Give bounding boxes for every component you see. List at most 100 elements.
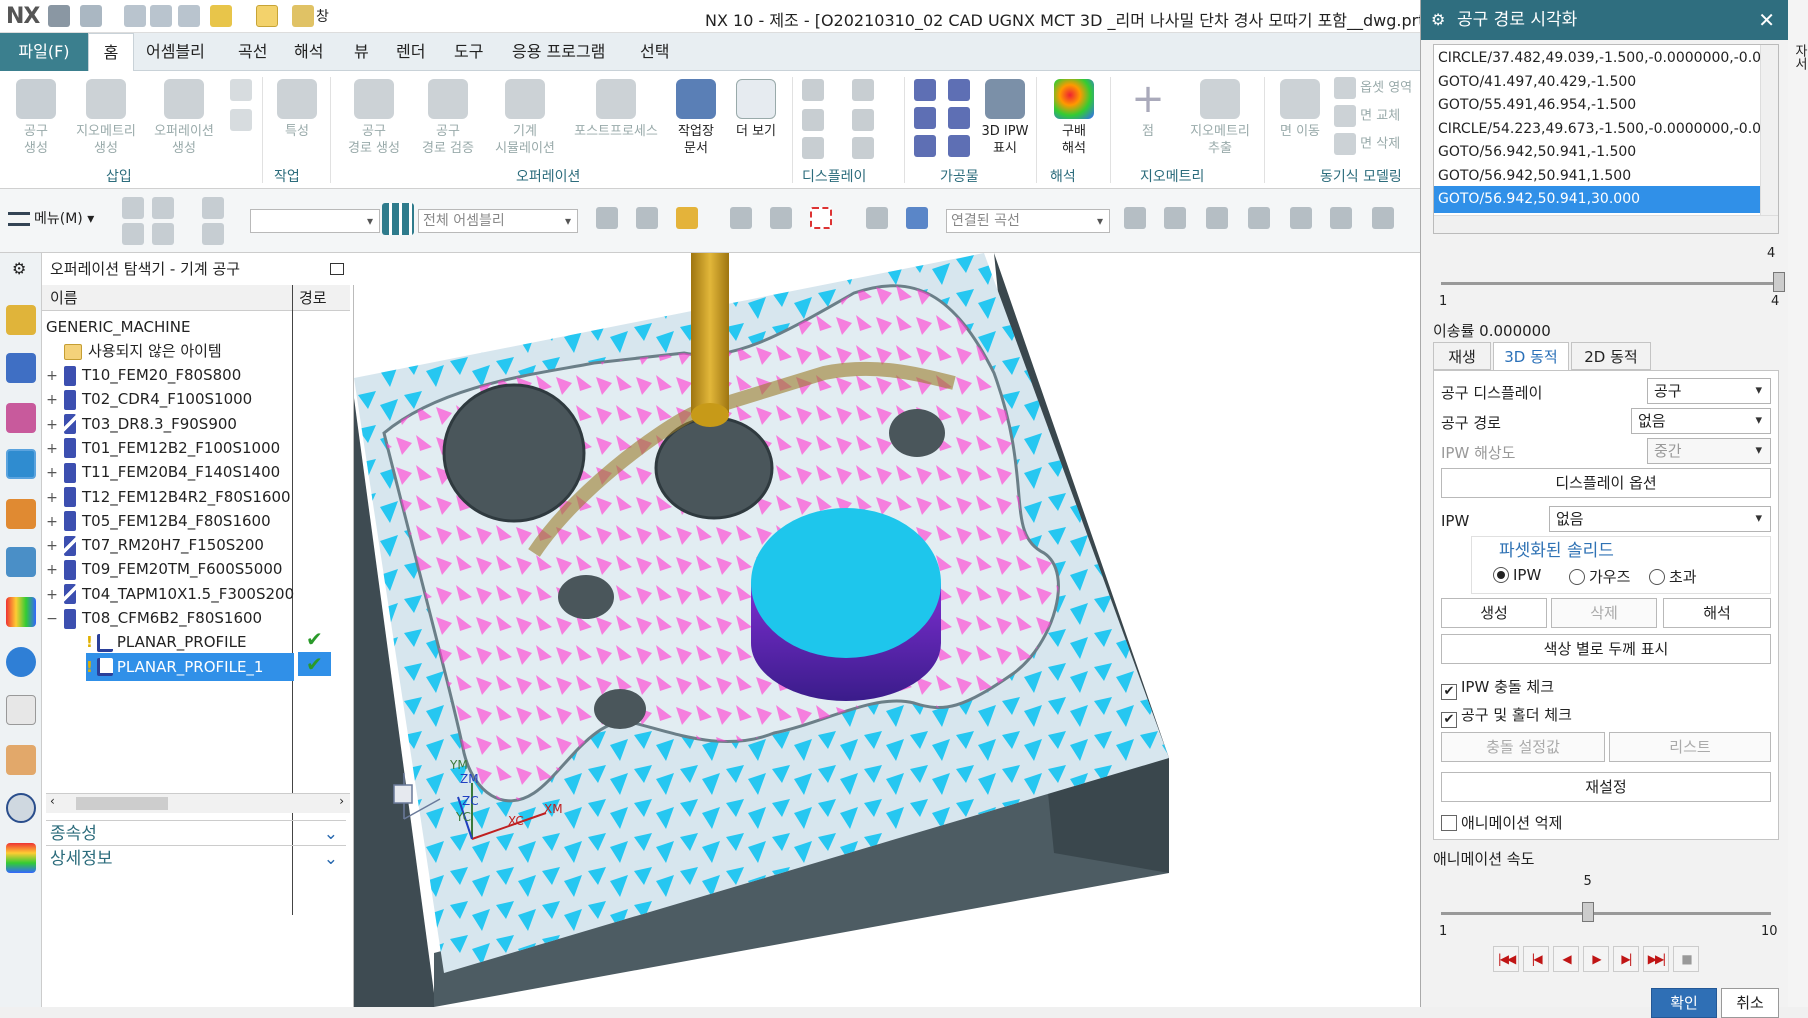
filter-icon[interactable]: [676, 207, 698, 229]
step-back-icon[interactable]: |◀: [1523, 946, 1549, 972]
toolbar-icon-9[interactable]: [730, 207, 752, 229]
toolbar-icon-1[interactable]: [122, 197, 144, 219]
toolbar-icon-17[interactable]: [1330, 207, 1352, 229]
collision-settings-button[interactable]: 충돌 설정값: [1441, 732, 1605, 762]
toolbar-icon-8[interactable]: [636, 207, 658, 229]
postprocess-button[interactable]: 포스트프로세스: [566, 79, 666, 140]
expand-toggle-icon[interactable]: −: [46, 605, 58, 633]
graphics-window[interactable]: YM ZM ZC YC XC XM: [354, 253, 1420, 1007]
repeat-command-icon[interactable]: [210, 5, 232, 27]
generate-toolpath-button[interactable]: 공구 경로 생성: [338, 79, 410, 157]
extract-geometry-button[interactable]: 지오메트리 추출: [1178, 79, 1262, 157]
listing-horizontal-scrollbar[interactable]: [1434, 215, 1778, 233]
constraint-navigator-icon[interactable]: [6, 353, 36, 383]
tab-selection[interactable]: 선택: [640, 33, 669, 71]
toolbar-icon-16[interactable]: [1290, 207, 1312, 229]
file-menu[interactable]: 파일(F): [0, 33, 88, 71]
create-button[interactable]: 생성: [1441, 598, 1547, 628]
toolbar-icon-6[interactable]: [202, 223, 224, 245]
machine-simulation-button[interactable]: 기계 시뮬레이션: [486, 79, 564, 157]
rectangle-select-icon[interactable]: [810, 207, 832, 229]
hand-icon[interactable]: [6, 745, 36, 775]
toolbar-icon-4[interactable]: [152, 223, 174, 245]
scroll-left-icon[interactable]: ‹: [50, 794, 55, 808]
scroll-thumb[interactable]: [76, 797, 168, 810]
tab-curve[interactable]: 곡선: [238, 33, 267, 71]
toolbar-icon-15[interactable]: [1248, 207, 1270, 229]
scope-select[interactable]: 전체 어셈블리: [418, 209, 578, 233]
toolbar-icon-11[interactable]: [866, 207, 888, 229]
dialog-gear-icon[interactable]: ⚙: [1431, 0, 1445, 40]
curve-rule-select[interactable]: 연결된 곡선: [946, 209, 1110, 233]
toolbar-icon-3[interactable]: [122, 223, 144, 245]
assembly-navigator-icon[interactable]: [6, 305, 36, 335]
tab-home[interactable]: 홈: [88, 33, 134, 71]
create-tool-button[interactable]: 공구 생성: [10, 79, 62, 157]
cancel-button[interactable]: 취소: [1721, 988, 1779, 1018]
section-details[interactable]: 상세정보 ⌄: [46, 845, 346, 871]
create-geometry-button[interactable]: 지오메트리 생성: [68, 79, 144, 157]
play-reverse-icon[interactable]: ◀: [1553, 946, 1579, 972]
replace-face-button[interactable]: 면 교체: [1334, 105, 1400, 127]
point-button[interactable]: + 점: [1120, 79, 1176, 140]
toolpath-listing[interactable]: CIRCLE/37.482,49.039,-1.500,-0.0000000,-…: [1433, 44, 1779, 234]
toolbar-icon-7[interactable]: [596, 207, 618, 229]
menu-button[interactable]: 메뉴(M) ▾: [8, 208, 94, 228]
tab-3d-dynamic[interactable]: 3D 동적: [1493, 342, 1569, 370]
reuse-library-icon[interactable]: [6, 597, 36, 627]
play-forward-icon[interactable]: ▶: [1583, 946, 1609, 972]
list-button[interactable]: 리스트: [1609, 732, 1771, 762]
touch-mode-icon[interactable]: [256, 5, 278, 27]
cut-icon[interactable]: [124, 5, 146, 27]
delete-button[interactable]: 삭제: [1551, 598, 1657, 628]
dialog-close-icon[interactable]: ✕: [1758, 0, 1775, 40]
ok-button[interactable]: 확인: [1651, 988, 1717, 1018]
display-options-button[interactable]: 디스플레이 옵션: [1441, 468, 1771, 498]
machining-feature-icon[interactable]: [6, 547, 36, 577]
show-thickness-by-color-button[interactable]: 색상 별로 두께 표시: [1441, 634, 1771, 664]
radio-gouge[interactable]: 가우즈: [1569, 566, 1630, 587]
go-to-start-icon[interactable]: |◀◀: [1493, 946, 1519, 972]
insert-small-icon-1[interactable]: [230, 79, 252, 101]
toolbar-icon-18[interactable]: [1372, 207, 1394, 229]
verify-toolpath-button[interactable]: 공구 경로 검증: [412, 79, 484, 157]
workpiece-icon-5[interactable]: [914, 135, 936, 157]
toolbar-icon-14[interactable]: [1206, 207, 1228, 229]
toolbar-icon-2[interactable]: [152, 197, 174, 219]
toolbar-icon-13[interactable]: [1164, 207, 1186, 229]
move-face-button[interactable]: 면 이동: [1272, 79, 1328, 140]
draft-analysis-button[interactable]: 구배 해석: [1044, 79, 1104, 157]
system-materials-icon[interactable]: [6, 843, 36, 873]
column-header-path[interactable]: 경로: [293, 285, 350, 311]
section-dependencies[interactable]: 종속성 ⌄: [46, 820, 346, 846]
workpiece-icon-6[interactable]: [948, 135, 970, 157]
cube-icon[interactable]: [906, 207, 928, 229]
ipw-resolution-select[interactable]: 중간: [1647, 438, 1771, 464]
tool-display-select[interactable]: 공구: [1647, 378, 1771, 404]
window-icon[interactable]: [292, 5, 314, 27]
part-navigator-icon[interactable]: [6, 403, 36, 433]
display-icon-3[interactable]: [802, 109, 824, 131]
offset-region-button[interactable]: 옵셋 영역: [1334, 77, 1412, 99]
stop-icon[interactable]: ■: [1673, 946, 1699, 972]
tab-applications[interactable]: 응용 프로그램: [512, 33, 605, 71]
tool-holder-check[interactable]: ✔ 공구 및 홀더 체크: [1441, 704, 1572, 728]
tree-operation-row[interactable]: ! PLANAR_PROFILE_1: [86, 652, 294, 681]
toolpath-line[interactable]: GOTO/56.942,50.941,30.000: [1434, 186, 1764, 213]
show-3d-ipw-button[interactable]: 3D IPW 표시: [976, 79, 1034, 157]
toolbar-icon-10[interactable]: [770, 207, 792, 229]
tab-2d-dynamic[interactable]: 2D 동적: [1571, 342, 1651, 370]
display-icon-6[interactable]: [852, 137, 874, 159]
tab-tools[interactable]: 도구: [454, 33, 483, 71]
toolbar-icon-12[interactable]: [1124, 207, 1146, 229]
settings-gear-icon[interactable]: ⚙: [12, 259, 26, 278]
workpiece-icon-3[interactable]: [914, 107, 936, 129]
type-filter-select[interactable]: [250, 209, 380, 233]
ipw-3d-view[interactable]: YM ZM ZC YC XC XM: [354, 253, 1420, 1007]
tab-assembly[interactable]: 어셈블리: [146, 33, 205, 71]
listing-vertical-scrollbar[interactable]: [1760, 45, 1778, 217]
step-slider-thumb[interactable]: [1773, 272, 1785, 292]
display-icon-4[interactable]: [852, 109, 874, 131]
radio-ipw[interactable]: IPW: [1493, 566, 1541, 584]
speed-slider-track[interactable]: [1441, 912, 1771, 915]
